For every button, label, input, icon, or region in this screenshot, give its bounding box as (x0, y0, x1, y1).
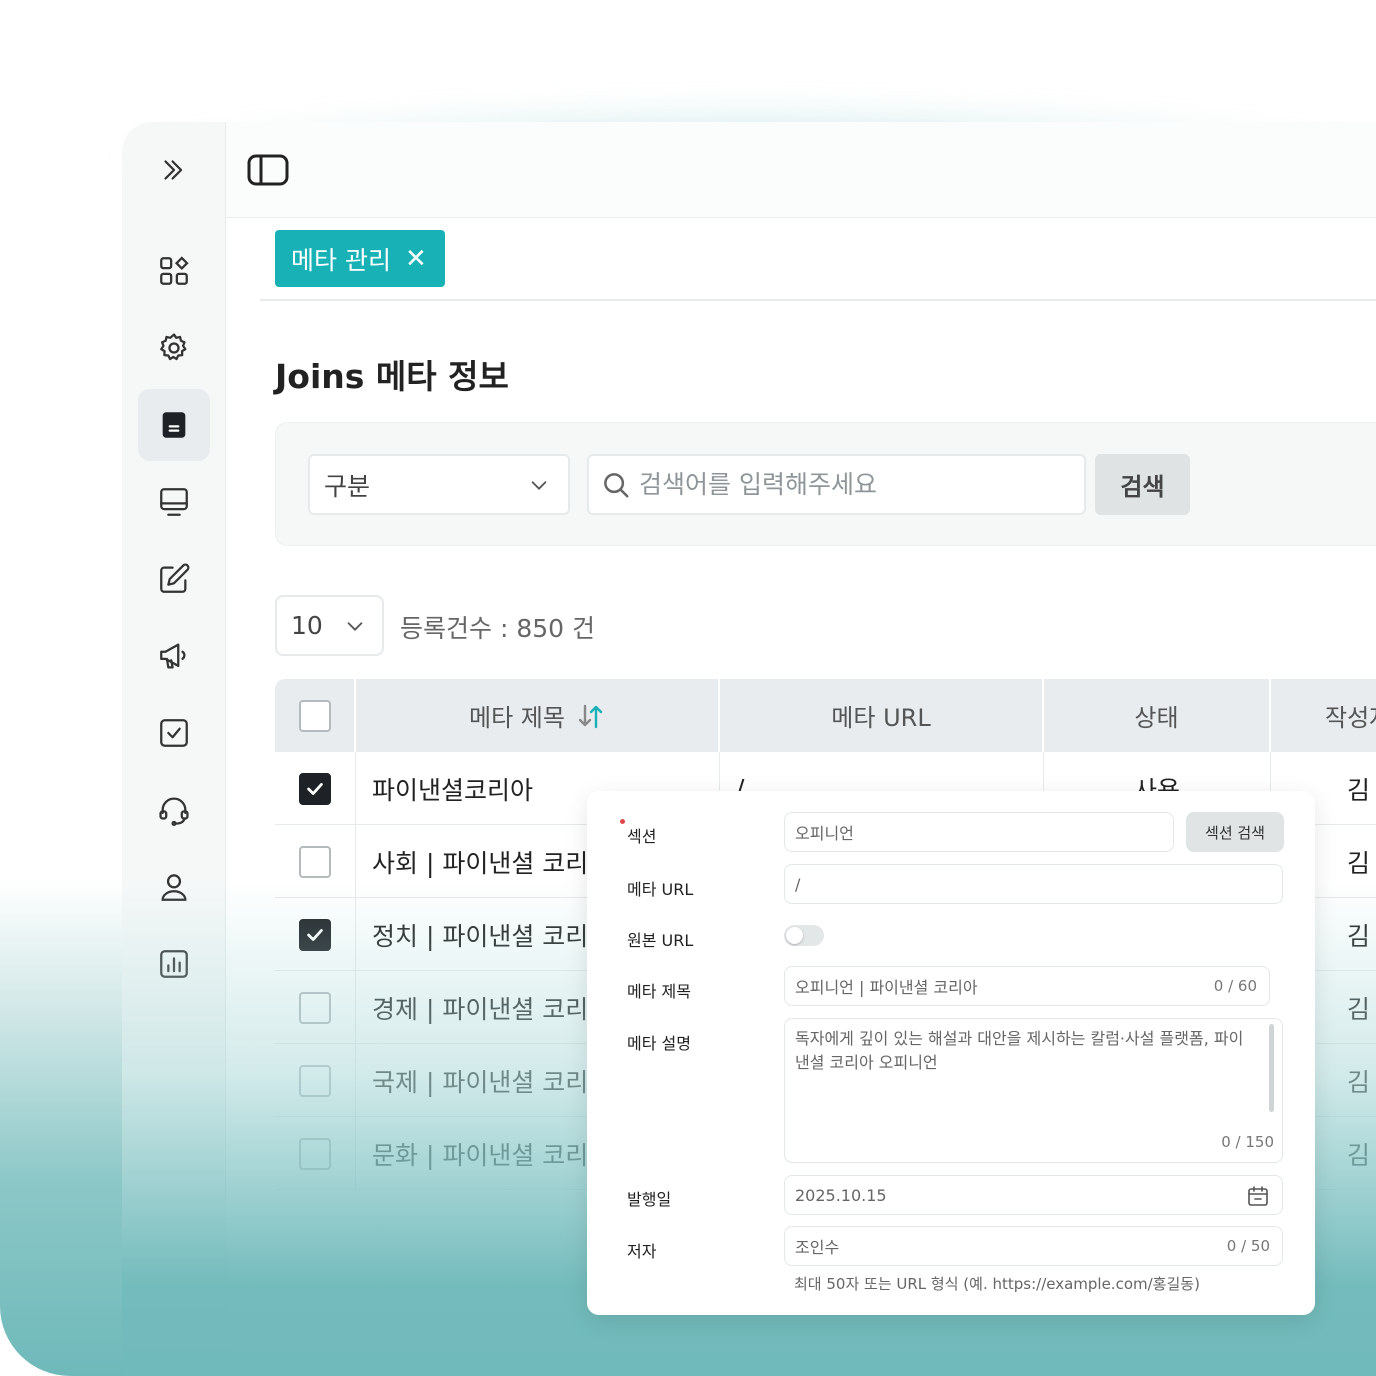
required-marker (620, 819, 625, 824)
sidebar (122, 122, 226, 1376)
table-header: 메타 제목 메타 URL 상태 작성자 (275, 679, 1376, 752)
meta-url-input[interactable]: / (784, 864, 1283, 904)
row-checkbox[interactable] (299, 845, 331, 878)
meta-url-label: 메타 URL (627, 880, 694, 899)
check-icon (307, 928, 323, 941)
author-label: 저자 (627, 1242, 657, 1261)
record-count: 등록건수 : 850 건 (400, 614, 595, 643)
row-checkbox[interactable] (299, 918, 331, 951)
meta-edit-modal: 섹션 오피니언 섹션 검색 메타 URL / 원본 URL 메타 제목 오피니언… (587, 791, 1315, 1315)
author-value: 조인수 (795, 1238, 840, 1257)
meta-desc-value: 독자에게 깊이 있는 해설과 대안을 제시하는 칼럼·사설 플랫폼, 파이낸셜 … (795, 1029, 1244, 1072)
category-select-value: 구분 (324, 471, 371, 501)
chevron-down-icon (347, 622, 363, 631)
row-select-cell (275, 825, 356, 898)
gear-icon[interactable] (138, 312, 210, 384)
page-size-value: 10 (291, 611, 323, 640)
header-meta-title[interactable]: 메타 제목 (356, 679, 720, 752)
checkbox-icon[interactable] (138, 697, 210, 769)
section-value: 오피니언 (795, 824, 854, 843)
row-select-cell (275, 971, 356, 1044)
origin-url-toggle[interactable] (784, 925, 824, 946)
edit-icon[interactable] (138, 543, 210, 615)
headset-icon[interactable] (138, 774, 210, 846)
tab-meta-management[interactable]: 메타 관리 ✕ (275, 230, 445, 287)
section-search-button[interactable]: 섹션 검색 (1186, 812, 1284, 852)
megaphone-icon[interactable] (138, 620, 210, 692)
publish-date-label: 발행일 (627, 1190, 672, 1209)
search-panel: 구분 검색 (275, 422, 1376, 546)
row-checkbox[interactable] (299, 991, 331, 1024)
tab-divider (260, 299, 1376, 301)
user-icon[interactable] (138, 851, 210, 923)
section-input[interactable]: 오피니언 (784, 812, 1174, 852)
column-label: 메타 제목 (469, 704, 565, 732)
column-label: 작성자 (1325, 704, 1376, 732)
row-checkbox[interactable] (299, 772, 331, 805)
meta-desc-label: 메타 설명 (627, 1034, 691, 1053)
search-input[interactable] (639, 470, 1079, 499)
row-select-cell (275, 752, 356, 825)
close-icon[interactable]: ✕ (405, 244, 427, 274)
meta-url-value: / (795, 874, 801, 894)
publish-date-value: 2025.10.15 (795, 1185, 887, 1205)
row-checkbox[interactable] (299, 1137, 331, 1170)
chevrons-right-icon[interactable] (138, 134, 210, 206)
toggle-knob (786, 927, 803, 944)
grid-shapes-icon[interactable] (138, 235, 210, 307)
meta-title-label: 메타 제목 (627, 982, 691, 1001)
meta-title-value: 오피니언 | 파이낸셜 코리아 (795, 978, 978, 997)
meta-desc-textarea[interactable]: 독자에게 깊이 있는 해설과 대안을 제시하는 칼럼·사설 플랫폼, 파이낸셜 … (784, 1018, 1283, 1163)
sort-icon[interactable] (575, 701, 605, 731)
section-label: 섹션 (627, 827, 657, 846)
search-field[interactable] (587, 454, 1086, 515)
row-select-cell (275, 898, 356, 971)
check-icon (307, 782, 323, 795)
meta-desc-counter: 0 / 150 (1221, 1133, 1274, 1151)
page-size-select[interactable]: 10 (275, 595, 384, 656)
row-select-cell (275, 1117, 356, 1190)
header-author[interactable]: 작성자 (1271, 679, 1376, 752)
header-meta-url[interactable]: 메타 URL (720, 679, 1044, 752)
author-input[interactable]: 조인수 0 / 50 (784, 1226, 1283, 1266)
monitor-icon[interactable] (138, 466, 210, 538)
category-select[interactable]: 구분 (308, 454, 570, 515)
tab-label: 메타 관리 (291, 245, 391, 275)
page-title: Joins 메타 정보 (275, 357, 509, 396)
origin-url-label: 원본 URL (627, 931, 694, 950)
calendar-icon[interactable] (1246, 1184, 1270, 1208)
select-all-checkbox[interactable] (298, 699, 331, 732)
panel-toggle-icon[interactable] (246, 150, 290, 190)
document-icon[interactable] (138, 389, 210, 461)
author-hint: 최대 50자 또는 URL 형식 (예. https://example.com… (794, 1275, 1200, 1293)
top-bar (226, 122, 1376, 218)
header-select-all (275, 679, 356, 752)
chevron-down-icon (531, 481, 547, 490)
header-status[interactable]: 상태 (1044, 679, 1271, 752)
bar-chart-icon[interactable] (138, 928, 210, 1000)
search-icon (604, 472, 629, 497)
row-select-cell (275, 1044, 356, 1117)
search-button[interactable]: 검색 (1095, 454, 1190, 515)
author-counter: 0 / 50 (1226, 1237, 1270, 1255)
textarea-scrollbar[interactable] (1269, 1024, 1274, 1112)
meta-title-counter: 0 / 60 (1213, 977, 1257, 995)
publish-date-input[interactable]: 2025.10.15 (784, 1175, 1283, 1215)
row-checkbox[interactable] (299, 1064, 331, 1097)
meta-title-input[interactable]: 오피니언 | 파이낸셜 코리아 0 / 60 (784, 966, 1270, 1006)
